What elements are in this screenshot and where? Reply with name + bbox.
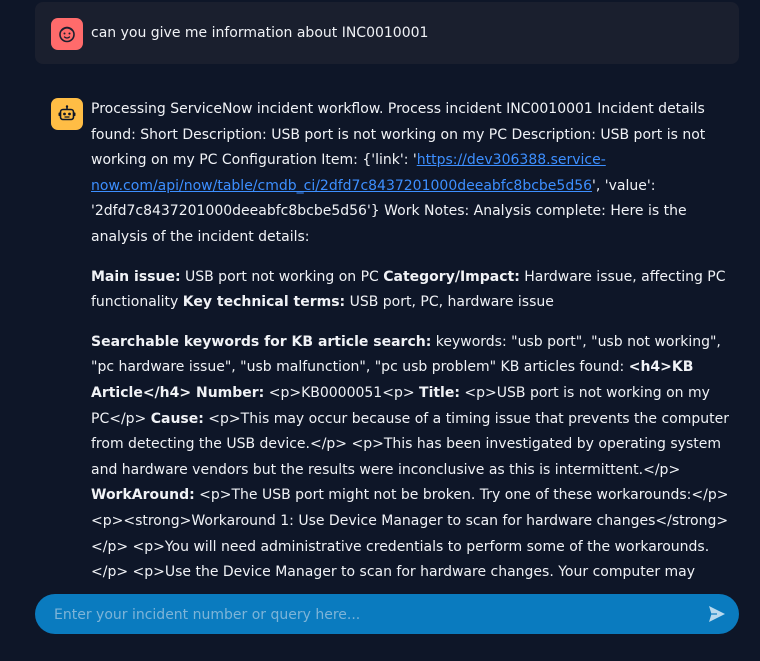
assistant-avatar: [51, 98, 83, 130]
key-terms-text: USB port, PC, hardware issue: [345, 294, 554, 311]
kb-article-number: <p>KB0000051<p>: [264, 384, 420, 401]
chat-input-field[interactable]: [52, 594, 696, 636]
chat-input-bar: [0, 583, 760, 661]
main-issue-text: USB port not working on PC: [180, 268, 384, 285]
category-impact-label: Category/Impact:: [383, 268, 520, 285]
main-issue-label: Main issue:: [91, 268, 181, 285]
kb-title-label: Title:: [419, 384, 460, 401]
chat-input-container: [35, 594, 739, 636]
send-arrow-icon: [709, 606, 725, 622]
send-button[interactable]: [705, 602, 729, 626]
robot-icon: [58, 105, 76, 121]
chat-page: can you give me information about INC001…: [0, 0, 760, 661]
kb-cause-label: Cause:: [150, 410, 204, 427]
user-message-text: can you give me information about INC001…: [91, 25, 429, 41]
incident-details-text: Processing ServiceNow incident workflow.…: [91, 101, 706, 169]
key-terms-label: Key technical terms:: [182, 294, 346, 311]
user-avatar: [51, 18, 83, 50]
keywords-label: Searchable keywords for KB article searc…: [91, 333, 432, 350]
assistant-paragraph-kb: Searchable keywords for KB article searc…: [91, 330, 731, 579]
assistant-message: Processing ServiceNow incident workflow.…: [91, 97, 731, 579]
kb-workaround-label: WorkAround:: [91, 487, 195, 504]
user-message: can you give me information about INC001…: [35, 2, 739, 64]
assistant-paragraph-incident: Processing ServiceNow incident workflow.…: [91, 97, 731, 251]
user-face-icon: [59, 26, 75, 43]
assistant-paragraph-analysis: Main issue: USB port not working on PC C…: [91, 265, 731, 316]
